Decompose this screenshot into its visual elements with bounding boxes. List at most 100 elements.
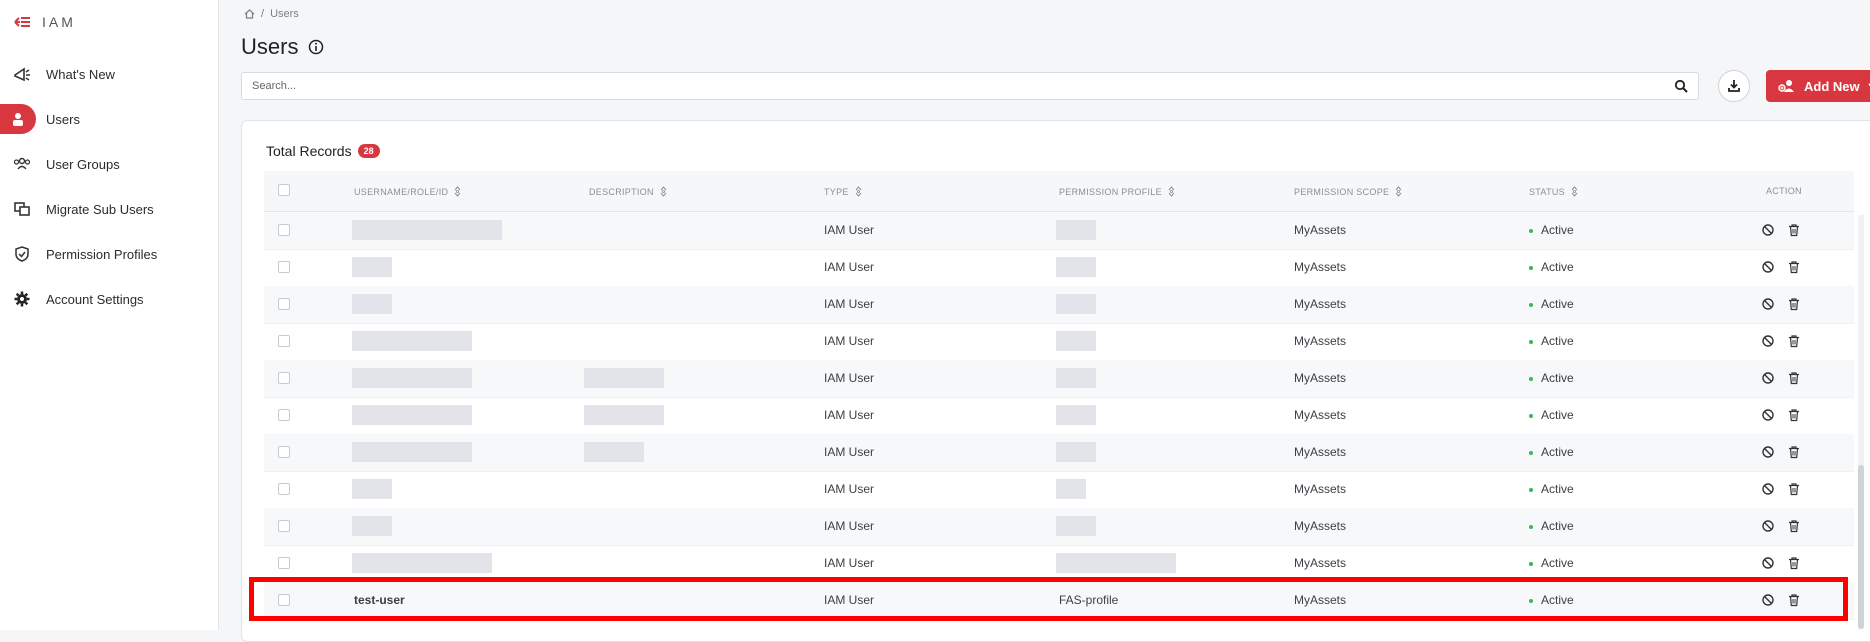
row-checkbox[interactable]	[278, 409, 290, 421]
sidebar-item-label: User Groups	[46, 156, 120, 172]
cell-permission-scope: MyAssets	[1294, 445, 1347, 459]
redacted-profile	[1056, 331, 1096, 351]
table-row[interactable]: IAM User MyAssets Active	[264, 471, 1854, 509]
column-header-status[interactable]: STATUS	[1529, 186, 1578, 197]
cell-permission-scope: MyAssets	[1294, 556, 1347, 570]
sidebar-item-whats-new[interactable]: What's New	[0, 55, 218, 93]
cell-username[interactable]: test-user	[354, 593, 405, 607]
table-scrollbar[interactable]	[1858, 215, 1864, 629]
column-header-permission-profile[interactable]: PERMISSION PROFILE	[1059, 186, 1175, 197]
download-button[interactable]	[1718, 70, 1750, 102]
disable-user-icon[interactable]	[1761, 482, 1775, 496]
migrate-icon	[12, 199, 32, 219]
disable-user-icon[interactable]	[1761, 223, 1775, 237]
delete-icon[interactable]	[1787, 519, 1801, 533]
cell-type: IAM User	[824, 371, 875, 385]
row-checkbox[interactable]	[278, 520, 290, 532]
redacted-username	[352, 331, 472, 351]
row-checkbox[interactable]	[278, 298, 290, 310]
delete-icon[interactable]	[1787, 297, 1801, 311]
row-checkbox[interactable]	[278, 372, 290, 384]
table-row[interactable]: IAM User MyAssets Active	[264, 545, 1854, 583]
table-row[interactable]: IAM User MyAssets Active	[264, 249, 1854, 287]
row-checkbox[interactable]	[278, 594, 290, 606]
redacted-profile	[1056, 257, 1096, 277]
disable-user-icon[interactable]	[1761, 593, 1775, 607]
row-checkbox[interactable]	[278, 335, 290, 347]
disable-user-icon[interactable]	[1761, 445, 1775, 459]
cell-permission-scope: MyAssets	[1294, 519, 1347, 533]
select-all-checkbox[interactable]	[278, 184, 290, 196]
sort-icon[interactable]	[1168, 186, 1175, 197]
delete-icon[interactable]	[1787, 334, 1801, 348]
row-checkbox[interactable]	[278, 483, 290, 495]
column-header-permission-scope[interactable]: PERMISSION SCOPE	[1294, 186, 1402, 197]
sidebar-item-permission-profiles[interactable]: Permission Profiles	[0, 235, 218, 273]
search-input[interactable]	[242, 73, 1662, 99]
redacted-profile	[1056, 405, 1096, 425]
collapse-menu-icon[interactable]	[14, 15, 30, 29]
sidebar-item-user-groups[interactable]: User Groups	[0, 145, 218, 183]
redacted-username	[352, 368, 472, 388]
delete-icon[interactable]	[1787, 408, 1801, 422]
row-checkbox[interactable]	[278, 261, 290, 273]
column-header-label: STATUS	[1529, 186, 1565, 197]
table-row[interactable]: IAM User MyAssets Active	[264, 397, 1854, 435]
column-header-type[interactable]: TYPE	[824, 186, 862, 197]
disable-user-icon[interactable]	[1761, 260, 1775, 274]
add-new-button[interactable]: Add New	[1766, 70, 1870, 102]
users-group-icon	[12, 154, 32, 174]
row-checkbox[interactable]	[278, 557, 290, 569]
table-row[interactable]: IAM User MyAssets Active	[264, 323, 1854, 361]
status-dot-icon	[1529, 524, 1533, 529]
disable-user-icon[interactable]	[1761, 297, 1775, 311]
sort-icon[interactable]	[1395, 186, 1402, 197]
delete-icon[interactable]	[1787, 223, 1801, 237]
disable-user-icon[interactable]	[1761, 556, 1775, 570]
delete-icon[interactable]	[1787, 556, 1801, 570]
redacted-description	[584, 405, 664, 425]
delete-icon[interactable]	[1787, 593, 1801, 607]
delete-icon[interactable]	[1787, 482, 1801, 496]
sort-icon[interactable]	[855, 186, 862, 197]
home-icon[interactable]	[244, 9, 255, 19]
disable-user-icon[interactable]	[1761, 519, 1775, 533]
cell-type: IAM User	[824, 408, 875, 422]
row-checkbox[interactable]	[278, 446, 290, 458]
cell-permission-scope: MyAssets	[1294, 223, 1347, 237]
disable-user-icon[interactable]	[1761, 408, 1775, 422]
sidebar-item-account-settings[interactable]: Account Settings	[0, 280, 218, 318]
delete-icon[interactable]	[1787, 371, 1801, 385]
table-row[interactable]: IAM User MyAssets Active	[264, 212, 1854, 250]
delete-icon[interactable]	[1787, 260, 1801, 274]
table-row[interactable]: IAM User MyAssets Active	[264, 434, 1854, 472]
delete-icon[interactable]	[1787, 445, 1801, 459]
sort-icon[interactable]	[1571, 186, 1578, 197]
sidebar-item-migrate-sub-users[interactable]: Migrate Sub Users	[0, 190, 218, 228]
shield-icon	[12, 244, 32, 264]
search-box	[241, 72, 1699, 100]
table-row[interactable]: IAM User MyAssets Active	[264, 286, 1854, 324]
disable-user-icon[interactable]	[1761, 371, 1775, 385]
info-icon[interactable]	[308, 39, 324, 55]
search-icon[interactable]	[1674, 79, 1688, 93]
sort-icon[interactable]	[454, 186, 461, 197]
disable-user-icon[interactable]	[1761, 334, 1775, 348]
total-records-label: Total Records	[266, 143, 352, 159]
table-row-highlighted[interactable]: test-user IAM User FAS-profile MyAssets Acti…	[264, 582, 1854, 620]
sidebar-item-label: Migrate Sub Users	[46, 201, 154, 217]
status-badge: Active	[1529, 593, 1574, 607]
redacted-description	[584, 368, 664, 388]
row-checkbox[interactable]	[278, 224, 290, 236]
table-row[interactable]: IAM User MyAssets Active	[264, 360, 1854, 398]
sidebar-item-users[interactable]: Users	[0, 100, 218, 138]
column-header-username[interactable]: USERNAME/ROLE/ID	[354, 186, 461, 197]
column-header-description[interactable]: DESCRIPTION	[589, 186, 667, 197]
breadcrumb-current[interactable]: Users	[270, 8, 299, 20]
download-icon	[1728, 80, 1740, 92]
cell-type: IAM User	[824, 593, 875, 607]
scrollbar-thumb[interactable]	[1858, 465, 1864, 629]
table-row[interactable]: IAM User MyAssets Active	[264, 508, 1854, 546]
sort-icon[interactable]	[660, 186, 667, 197]
cell-type: IAM User	[824, 519, 875, 533]
